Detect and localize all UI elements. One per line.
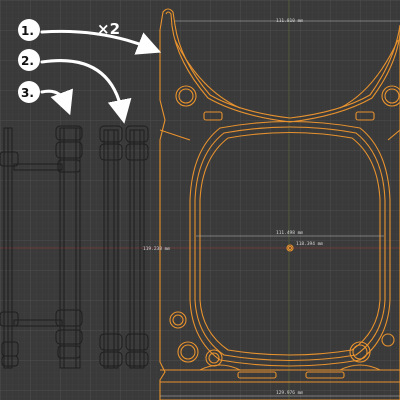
cad-viewport[interactable]: 111.810 mm 111.498 mm 119.238 mm 118.394… (0, 0, 400, 400)
multiplier-label: ×2 (97, 20, 120, 38)
dim-top-width: 111.810 mm (276, 18, 303, 24)
dim-left-height: 119.238 mm (143, 246, 170, 252)
step-1-label: 1. (21, 24, 34, 38)
dim-inner-width: 111.498 mm (276, 230, 303, 236)
dim-bottom-width: 129.976 mm (276, 390, 303, 396)
step-2-label: 2. (21, 54, 34, 68)
step-3-label: 3. (21, 86, 34, 100)
dim-right-height: 118.394 mm (296, 241, 323, 247)
